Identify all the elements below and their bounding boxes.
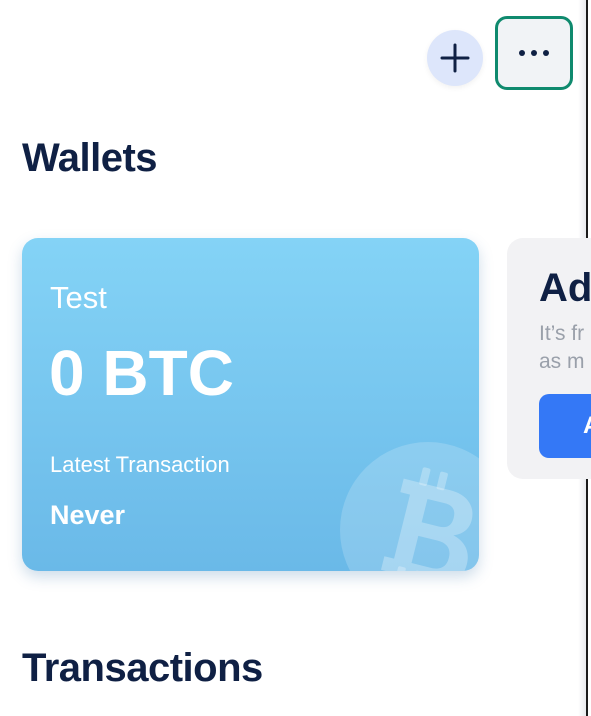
wallets-title: Wallets [22, 136, 158, 180]
add-wallet-card-description: It’s fr as m [539, 320, 591, 376]
wallets-screen: Wallets Test 0 BTC Latest Transaction Ne… [0, 0, 591, 716]
add-wallet-card-title: Ad [539, 266, 591, 310]
add-wallet-card: Ad It’s fr as m A [507, 238, 591, 479]
plus-icon [440, 43, 470, 73]
add-wallet-button[interactable] [427, 30, 483, 86]
more-options-button[interactable] [495, 16, 573, 90]
add-wallet-card-button[interactable]: A [539, 394, 591, 458]
wallet-name: Test [50, 280, 107, 315]
wallet-balance: 0 BTC [49, 337, 234, 409]
latest-transaction-label: Latest Transaction [50, 452, 230, 477]
add-wallet-card-description-line: as m [539, 350, 585, 373]
add-wallet-card-description-line: It’s fr [539, 322, 585, 345]
transactions-title: Transactions [22, 646, 263, 690]
ellipsis-icon [519, 50, 549, 56]
wallet-card[interactable]: Test 0 BTC Latest Transaction Never [22, 238, 479, 571]
latest-transaction-value: Never [50, 500, 126, 530]
bitcoin-icon [340, 442, 479, 571]
